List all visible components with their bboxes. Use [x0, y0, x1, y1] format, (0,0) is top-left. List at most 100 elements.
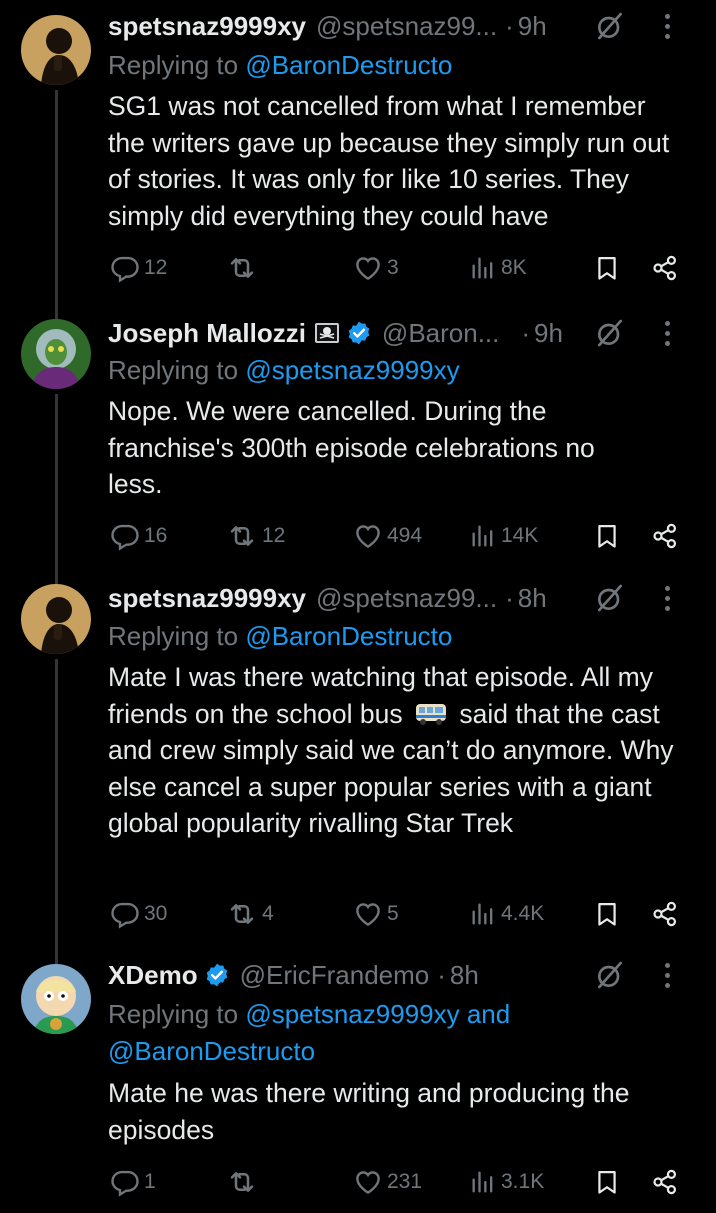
action-bar: 1 231 3.1K	[108, 1162, 680, 1202]
repost-icon	[226, 252, 258, 284]
separator-dot: ·	[505, 10, 514, 41]
author-name[interactable]: XDemo	[108, 960, 198, 991]
more-icon[interactable]	[660, 10, 674, 42]
share-button[interactable]	[651, 516, 679, 556]
reply-button[interactable]: 12	[110, 248, 167, 288]
author-handle[interactable]: @spetsnaz99...	[316, 11, 497, 42]
bookmark-icon	[593, 900, 621, 928]
repost-count: 4	[262, 902, 274, 925]
reply-button[interactable]: 1	[110, 1162, 156, 1202]
like-icon	[353, 253, 383, 283]
bookmark-icon	[593, 522, 621, 550]
grok-icon[interactable]	[594, 317, 626, 349]
bookmark-button[interactable]	[593, 894, 621, 934]
share-icon	[651, 522, 679, 550]
reply-count: 1	[144, 1170, 156, 1193]
replying-to: Replying to @spetsnaz9999xy and @BaronDe…	[108, 996, 566, 1070]
views-button[interactable]: 4.4K	[469, 894, 544, 934]
views-icon	[469, 522, 497, 550]
bookmark-button[interactable]	[593, 248, 621, 288]
views-icon	[469, 900, 497, 928]
repost-button[interactable]	[226, 1162, 262, 1202]
reply-button[interactable]: 30	[110, 894, 167, 934]
view-count: 4.4K	[501, 902, 545, 925]
views-icon	[469, 254, 497, 282]
avatar[interactable]	[21, 964, 91, 1034]
timestamp[interactable]: 8h	[450, 960, 479, 991]
like-button[interactable]: 231	[353, 1162, 422, 1202]
tweet[interactable]: spetsnaz9999xy @spetsnaz99... · 9h Reply…	[0, 0, 716, 303]
like-button[interactable]: 494	[353, 516, 422, 556]
share-button[interactable]	[651, 248, 679, 288]
tweet[interactable]: spetsnaz9999xy @spetsnaz99... · 8h Reply…	[0, 568, 716, 946]
author-name[interactable]: spetsnaz9999xy	[108, 11, 306, 42]
view-count: 14K	[501, 524, 539, 547]
mention-and: and	[459, 999, 511, 1029]
like-icon	[353, 1167, 383, 1197]
more-icon[interactable]	[660, 582, 674, 614]
views-button[interactable]: 3.1K	[469, 1162, 544, 1202]
author-name[interactable]: spetsnaz9999xy	[108, 583, 306, 614]
more-icon[interactable]	[660, 317, 674, 349]
author-handle[interactable]: @Baron...	[382, 318, 499, 349]
reply-icon	[110, 521, 140, 551]
share-button[interactable]	[651, 894, 679, 934]
replying-to: Replying to @BaronDestructo	[108, 618, 696, 655]
replying-to: Replying to @spetsnaz9999xy	[108, 352, 696, 389]
replying-prefix: Replying to	[108, 355, 246, 385]
tweet-header: XDemo @EricFrandemo · 8h	[108, 955, 696, 995]
like-count: 3	[387, 256, 399, 279]
like-count: 231	[387, 1170, 423, 1193]
mention-link[interactable]: @BaronDestructo	[245, 621, 452, 651]
grok-icon[interactable]	[594, 10, 626, 42]
like-button[interactable]: 5	[353, 894, 399, 934]
more-icon[interactable]	[660, 959, 674, 991]
replying-prefix: Replying to	[108, 999, 246, 1029]
timestamp[interactable]: 9h	[534, 318, 563, 349]
replying-to: Replying to @BaronDestructo	[108, 47, 696, 84]
bookmark-icon	[593, 1168, 621, 1196]
bookmark-button[interactable]	[593, 1162, 621, 1202]
avatar[interactable]	[21, 584, 91, 654]
avatar[interactable]	[21, 319, 91, 389]
action-bar: 30 4 5 4.4K	[108, 894, 680, 934]
repost-button[interactable]: 4	[226, 894, 274, 934]
mention-link[interactable]: @spetsnaz9999xy	[245, 355, 459, 385]
reply-button[interactable]: 16	[110, 516, 167, 556]
like-icon	[353, 899, 383, 929]
timestamp[interactable]: 9h	[518, 11, 547, 42]
verified-icon	[346, 320, 372, 346]
reply-count: 16	[144, 524, 168, 547]
thread-line	[55, 90, 58, 303]
share-icon	[651, 254, 679, 282]
replying-prefix: Replying to	[108, 50, 246, 80]
mention-link[interactable]: @BaronDestructo	[245, 50, 452, 80]
bus-emoji-icon	[416, 703, 447, 725]
share-button[interactable]	[651, 1162, 679, 1202]
like-button[interactable]: 3	[353, 248, 399, 288]
mention-link[interactable]: @BaronDestructo	[108, 1036, 315, 1066]
views-button[interactable]: 8K	[469, 248, 527, 288]
like-icon	[353, 521, 383, 551]
separator-dot: ·	[521, 317, 531, 348]
author-handle[interactable]: @EricFrandemo	[240, 960, 430, 991]
timestamp[interactable]: 8h	[518, 583, 547, 614]
bookmark-button[interactable]	[593, 516, 621, 556]
reply-icon	[110, 253, 140, 283]
repost-button[interactable]	[226, 248, 262, 288]
grok-icon[interactable]	[594, 582, 626, 614]
tweet-text: SG1 was not cancelled from what I rememb…	[108, 91, 670, 231]
author-handle[interactable]: @spetsnaz99...	[316, 583, 497, 614]
author-name[interactable]: Joseph Mallozzi	[108, 318, 306, 349]
repost-button[interactable]: 12	[226, 516, 285, 556]
action-bar: 16 12 494 14K	[108, 516, 680, 556]
reply-icon	[110, 1167, 140, 1197]
views-button[interactable]: 14K	[469, 516, 538, 556]
mention-link[interactable]: @spetsnaz9999xy	[245, 999, 459, 1029]
tweet[interactable]: Joseph Mallozzi @Baron... · 9h Replying …	[0, 303, 716, 568]
thread-line	[55, 568, 58, 584]
tweet[interactable]: XDemo @EricFrandemo · 8h Replying to @sp…	[0, 946, 716, 1213]
views-icon	[469, 1168, 497, 1196]
grok-icon[interactable]	[594, 959, 626, 991]
avatar[interactable]	[21, 15, 91, 85]
